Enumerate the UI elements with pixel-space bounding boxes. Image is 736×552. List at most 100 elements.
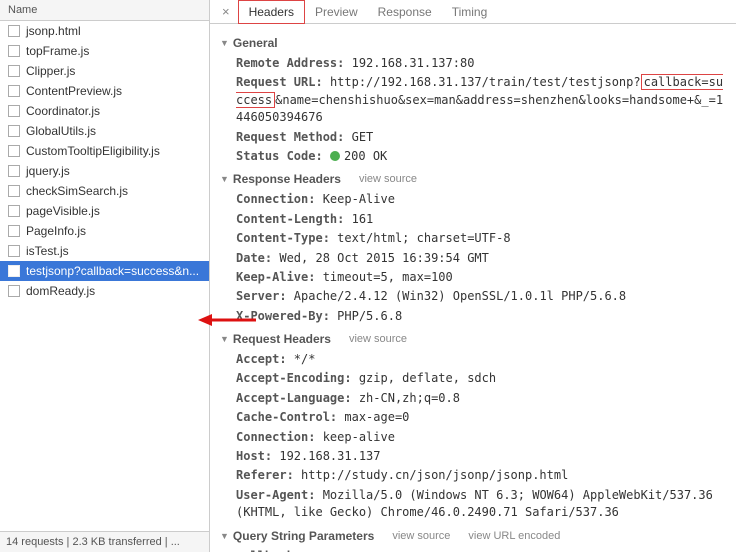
header-value: */* bbox=[287, 352, 316, 366]
file-item[interactable]: testjsonp?callback=success&n... bbox=[0, 261, 209, 281]
header-value: PHP/5.6.8 bbox=[330, 309, 402, 323]
tab-timing[interactable]: Timing bbox=[442, 1, 498, 23]
section-request-headers-label: Request Headers bbox=[233, 332, 331, 346]
header-value: keep-alive bbox=[315, 430, 394, 444]
header-key: Connection: bbox=[236, 430, 315, 444]
request-url-key: Request URL: bbox=[236, 75, 323, 89]
header-key: Accept: bbox=[236, 352, 287, 366]
file-list: jsonp.html topFrame.js Clipper.js ContentPr… bbox=[0, 21, 209, 531]
details-pane: General Remote Address: 192.168.31.137:8… bbox=[210, 24, 736, 552]
view-source-link[interactable]: view source bbox=[359, 173, 417, 185]
remote-address-value: 192.168.31.137:80 bbox=[352, 56, 475, 70]
file-item-label: pageVisible.js bbox=[26, 204, 100, 218]
file-icon bbox=[8, 105, 20, 117]
header-key: Referer: bbox=[236, 468, 294, 482]
file-item-label: CustomTooltipEligibility.js bbox=[26, 144, 160, 158]
close-icon[interactable]: × bbox=[214, 4, 238, 19]
file-item-label: jsonp.html bbox=[26, 24, 81, 38]
section-response-headers[interactable]: Response Headers view source bbox=[220, 172, 726, 186]
file-item-label: ContentPreview.js bbox=[26, 84, 122, 98]
file-item[interactable]: PageInfo.js bbox=[0, 221, 209, 241]
file-item-label: GlobalUtils.js bbox=[26, 124, 96, 138]
header-value: Keep-Alive bbox=[315, 192, 394, 206]
file-item[interactable]: topFrame.js bbox=[0, 41, 209, 61]
file-icon bbox=[8, 165, 20, 177]
tabs-bar: × HeadersPreviewResponseTiming bbox=[210, 0, 736, 24]
header-value: zh-CN,zh;q=0.8 bbox=[352, 391, 460, 405]
header-value: text/html; charset=UTF-8 bbox=[330, 231, 511, 245]
header-key: callback: bbox=[236, 549, 301, 552]
status-dot-icon bbox=[330, 151, 340, 161]
header-key: User-Agent: bbox=[236, 488, 315, 502]
section-general-label: General bbox=[233, 36, 278, 50]
header-key: Content-Length: bbox=[236, 212, 344, 226]
section-general[interactable]: General bbox=[220, 36, 726, 50]
section-response-headers-label: Response Headers bbox=[233, 172, 341, 186]
tab-headers[interactable]: Headers bbox=[238, 0, 305, 24]
file-item[interactable]: Clipper.js bbox=[0, 61, 209, 81]
header-key: Keep-Alive: bbox=[236, 270, 315, 284]
file-item[interactable]: checkSimSearch.js bbox=[0, 181, 209, 201]
file-item[interactable]: pageVisible.js bbox=[0, 201, 209, 221]
file-icon bbox=[8, 205, 20, 217]
header-key: Content-Type: bbox=[236, 231, 330, 245]
file-item[interactable]: ContentPreview.js bbox=[0, 81, 209, 101]
file-item-label: PageInfo.js bbox=[26, 224, 86, 238]
request-method-value: GET bbox=[352, 130, 374, 144]
file-item[interactable]: CustomTooltipEligibility.js bbox=[0, 141, 209, 161]
header-value: success bbox=[301, 549, 359, 552]
file-icon bbox=[8, 65, 20, 77]
file-icon bbox=[8, 245, 20, 257]
file-icon bbox=[8, 145, 20, 157]
network-sidebar: Name jsonp.html topFrame.js Clipper.js Cont… bbox=[0, 0, 210, 552]
file-item[interactable]: jquery.js bbox=[0, 161, 209, 181]
header-value: http://study.cn/json/jsonp/jsonp.html bbox=[294, 468, 569, 482]
file-item-label: isTest.js bbox=[26, 244, 69, 258]
file-icon bbox=[8, 285, 20, 297]
view-url-encoded-link[interactable]: view URL encoded bbox=[468, 530, 560, 542]
section-query-params[interactable]: Query String Parameters view source view… bbox=[220, 529, 726, 543]
file-item-label: topFrame.js bbox=[26, 44, 89, 58]
header-key: X-Powered-By: bbox=[236, 309, 330, 323]
file-item-label: jquery.js bbox=[26, 164, 70, 178]
sidebar-header: Name bbox=[0, 0, 209, 21]
file-item[interactable]: jsonp.html bbox=[0, 21, 209, 41]
file-icon bbox=[8, 185, 20, 197]
header-value: 161 bbox=[344, 212, 373, 226]
header-key: Date: bbox=[236, 251, 272, 265]
file-item-label: Clipper.js bbox=[26, 64, 75, 78]
tab-response[interactable]: Response bbox=[368, 1, 442, 23]
view-source-link[interactable]: view source bbox=[392, 530, 450, 542]
header-value: 192.168.31.137 bbox=[272, 449, 380, 463]
file-item[interactable]: isTest.js bbox=[0, 241, 209, 261]
main-panel: × HeadersPreviewResponseTiming General R… bbox=[210, 0, 736, 552]
section-query-params-label: Query String Parameters bbox=[233, 529, 374, 543]
header-key: Server: bbox=[236, 289, 287, 303]
file-item[interactable]: Coordinator.js bbox=[0, 101, 209, 121]
status-code-key: Status Code: bbox=[236, 149, 323, 163]
tab-preview[interactable]: Preview bbox=[305, 1, 368, 23]
header-key: Cache-Control: bbox=[236, 410, 337, 424]
header-value: gzip, deflate, sdch bbox=[352, 371, 497, 385]
header-key: Host: bbox=[236, 449, 272, 463]
file-item[interactable]: domReady.js bbox=[0, 281, 209, 301]
header-key: Accept-Language: bbox=[236, 391, 352, 405]
file-icon bbox=[8, 225, 20, 237]
file-item[interactable]: GlobalUtils.js bbox=[0, 121, 209, 141]
file-icon bbox=[8, 125, 20, 137]
file-item-label: domReady.js bbox=[26, 284, 95, 298]
view-source-link[interactable]: view source bbox=[349, 333, 407, 345]
request-method-key: Request Method: bbox=[236, 130, 344, 144]
header-value: Wed, 28 Oct 2015 16:39:54 GMT bbox=[272, 251, 489, 265]
header-key: Accept-Encoding: bbox=[236, 371, 352, 385]
file-item-label: testjsonp?callback=success&n... bbox=[26, 264, 199, 278]
status-code-value: 200 OK bbox=[344, 149, 387, 163]
header-value: timeout=5, max=100 bbox=[315, 270, 452, 284]
section-request-headers[interactable]: Request Headers view source bbox=[220, 332, 726, 346]
sidebar-footer: 14 requests | 2.3 KB transferred | ... bbox=[0, 531, 209, 552]
file-icon bbox=[8, 265, 20, 277]
header-value: Apache/2.4.12 (Win32) OpenSSL/1.0.1l PHP… bbox=[287, 289, 627, 303]
file-icon bbox=[8, 45, 20, 57]
file-item-label: checkSimSearch.js bbox=[26, 184, 128, 198]
header-value: max-age=0 bbox=[337, 410, 409, 424]
